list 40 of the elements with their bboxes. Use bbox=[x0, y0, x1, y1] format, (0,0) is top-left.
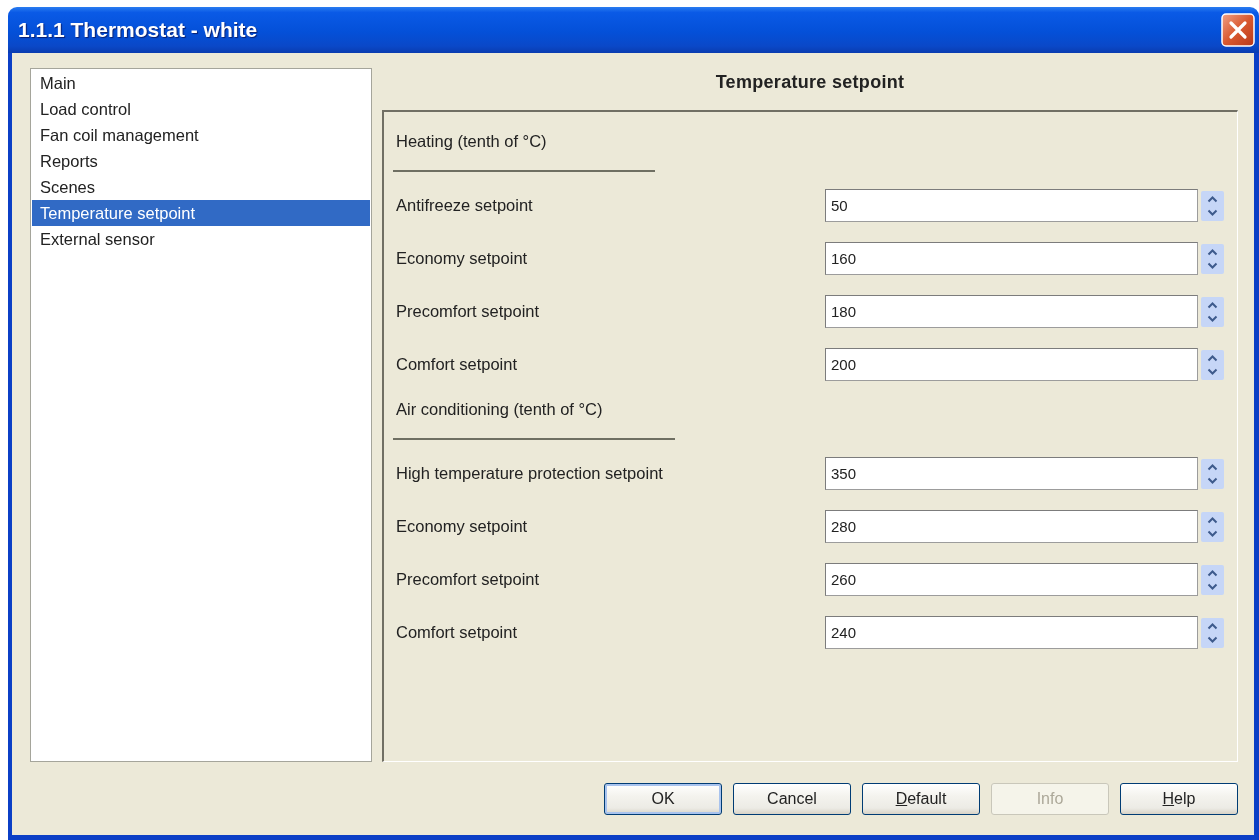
sidebar-item[interactable]: Scenes bbox=[32, 174, 370, 200]
number-input[interactable]: 160 bbox=[825, 242, 1198, 275]
field-label: Economy setpoint bbox=[396, 248, 529, 270]
number-input[interactable]: 280 bbox=[825, 510, 1198, 543]
sidebar-item[interactable]: Main bbox=[32, 70, 370, 96]
spin-arrows-icon[interactable] bbox=[1201, 617, 1224, 648]
panel-title: Temperature setpoint bbox=[715, 72, 905, 92]
dialog-button[interactable]: OK bbox=[604, 783, 722, 815]
number-input[interactable]: 200 bbox=[825, 348, 1198, 381]
number-input[interactable]: 180 bbox=[825, 295, 1198, 328]
number-input[interactable]: 260 bbox=[825, 563, 1198, 596]
number-input[interactable]: 350 bbox=[825, 457, 1198, 490]
field-label: High temperature protection setpoint bbox=[396, 463, 664, 485]
number-input[interactable]: 50 bbox=[825, 189, 1198, 222]
section-heading: Heating (tenth of °C) bbox=[396, 131, 547, 152]
dialog-button[interactable]: Cancel bbox=[733, 783, 851, 815]
window-title: 1.1.1 Thermostat - white bbox=[18, 17, 258, 43]
close-icon[interactable] bbox=[1221, 13, 1255, 47]
sidebar-item[interactable]: Load control bbox=[32, 96, 370, 122]
field-label: Comfort setpoint bbox=[396, 622, 519, 644]
spin-arrows-icon[interactable] bbox=[1201, 511, 1224, 542]
sidebar-item[interactable]: Reports bbox=[32, 148, 370, 174]
section-heading: Air conditioning (tenth of °C) bbox=[396, 399, 603, 420]
sidebar-item[interactable]: Temperature setpoint bbox=[32, 200, 370, 226]
sidebar-item[interactable]: Fan coil management bbox=[32, 122, 370, 148]
number-input[interactable]: 240 bbox=[825, 616, 1198, 649]
field-label: Precomfort setpoint bbox=[396, 301, 541, 323]
field-label: Antifreeze setpoint bbox=[396, 195, 534, 217]
spin-arrows-icon[interactable] bbox=[1201, 190, 1224, 221]
spin-arrows-icon[interactable] bbox=[1201, 564, 1224, 595]
field-label: Precomfort setpoint bbox=[396, 569, 541, 591]
dialog-button[interactable]: Help bbox=[1120, 783, 1238, 815]
spin-arrows-icon[interactable] bbox=[1201, 296, 1224, 327]
sidebar-item[interactable]: External sensor bbox=[32, 226, 370, 252]
spin-arrows-icon[interactable] bbox=[1201, 349, 1224, 380]
spin-arrows-icon[interactable] bbox=[1201, 243, 1224, 274]
field-label: Economy setpoint bbox=[396, 516, 529, 538]
spin-arrows-icon[interactable] bbox=[1201, 458, 1224, 489]
dialog-button[interactable]: Default bbox=[862, 783, 980, 815]
field-label: Comfort setpoint bbox=[396, 354, 519, 376]
